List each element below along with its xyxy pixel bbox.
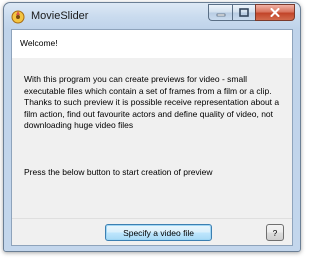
caption-buttons xyxy=(208,4,295,22)
minimize-button[interactable] xyxy=(208,4,232,21)
window-title: MovieSlider xyxy=(31,10,89,22)
button-bar: Specify a video file ? xyxy=(12,218,292,245)
minimize-icon xyxy=(216,13,225,16)
app-icon[interactable] xyxy=(11,10,25,24)
help-button[interactable]: ? xyxy=(266,224,284,241)
maximize-button[interactable] xyxy=(232,4,255,21)
app-window: MovieSlider Welcome! With this program y… xyxy=(3,2,301,252)
welcome-heading: Welcome! xyxy=(20,38,58,48)
dialog-content: Welcome! With this program you can creat… xyxy=(11,29,293,246)
maximize-icon xyxy=(239,8,249,17)
specify-video-file-button[interactable]: Specify a video file xyxy=(105,224,212,241)
header-band: Welcome! xyxy=(12,30,292,59)
close-icon xyxy=(270,8,280,17)
title-bar[interactable]: MovieSlider xyxy=(4,3,300,29)
instruction-text: Press the below button to start creation… xyxy=(24,167,213,177)
description-text: With this program you can create preview… xyxy=(24,74,280,130)
close-button[interactable] xyxy=(255,4,295,21)
